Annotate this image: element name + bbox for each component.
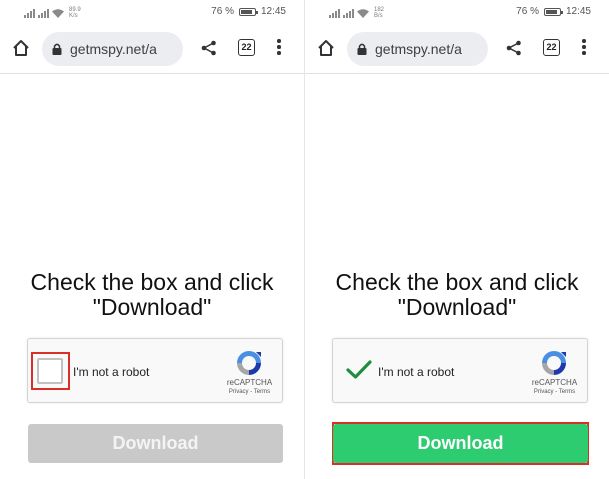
recaptcha-brand: reCAPTCHA [531, 378, 578, 387]
signal-icon [343, 8, 354, 18]
network-speed: 182 B/s [374, 7, 385, 19]
url-text: getmspy.net/a [70, 41, 157, 57]
home-icon[interactable] [12, 39, 30, 57]
lock-icon [357, 43, 367, 55]
toolbar-divider [0, 73, 304, 74]
signal-icon [24, 8, 35, 18]
recaptcha-logo-icon [542, 351, 566, 375]
wifi-icon [357, 8, 369, 18]
recaptcha-label: I'm not a robot [73, 365, 150, 379]
network-speed: 89.9 K/s [69, 7, 81, 19]
tab-switcher-button[interactable]: 22 [543, 39, 560, 56]
browser-toolbar: getmspy.net/a 22 [305, 28, 609, 72]
signal-icon [329, 8, 340, 18]
download-button[interactable]: Download [333, 424, 588, 463]
battery-percent: 76 % [516, 6, 539, 17]
battery-percent: 76 % [211, 6, 234, 17]
signal-icon [38, 8, 49, 18]
lock-icon [52, 43, 62, 55]
browser-toolbar: getmspy.net/a 22 [0, 28, 304, 72]
recaptcha-logo-icon [237, 351, 261, 375]
recaptcha-brand: reCAPTCHA [226, 378, 273, 387]
page-heading: Check the box and click "Download" [30, 269, 274, 320]
recaptcha-links[interactable]: Privacy - Terms [523, 389, 586, 395]
checkbox-highlight [31, 352, 70, 390]
recaptcha-links[interactable]: Privacy - Terms [218, 389, 281, 395]
download-button[interactable]: Download [28, 424, 283, 463]
clock: 12:45 [260, 6, 286, 17]
share-icon[interactable] [201, 40, 217, 56]
more-menu-icon[interactable] [581, 39, 587, 57]
home-icon[interactable] [317, 39, 335, 57]
wifi-icon [52, 8, 64, 18]
share-icon[interactable] [506, 40, 522, 56]
status-bar: 89.9 K/s 76 % 12:45 [0, 0, 304, 24]
screen-before: 89.9 K/s 76 % 12:45 getmspy.net/a 22 Che… [0, 0, 304, 479]
address-bar[interactable]: getmspy.net/a [42, 32, 183, 66]
recaptcha-label: I'm not a robot [378, 365, 455, 379]
battery-icon [543, 7, 563, 16]
toolbar-divider [305, 73, 609, 74]
url-text: getmspy.net/a [375, 41, 462, 57]
checkmark-icon[interactable] [346, 360, 372, 380]
address-bar[interactable]: getmspy.net/a [347, 32, 488, 66]
status-bar: 182 B/s 76 % 12:45 [305, 0, 609, 24]
clock: 12:45 [565, 6, 591, 17]
page-heading: Check the box and click "Download" [335, 269, 579, 320]
tab-switcher-button[interactable]: 22 [238, 39, 255, 56]
recaptcha-widget: I'm not a robot reCAPTCHA Privacy - Term… [332, 338, 588, 403]
recaptcha-widget: I'm not a robot reCAPTCHA Privacy - Term… [27, 338, 283, 403]
battery-icon [238, 7, 258, 16]
screen-after: 182 B/s 76 % 12:45 getmspy.net/a 22 Chec… [305, 0, 609, 479]
more-menu-icon[interactable] [276, 39, 282, 57]
